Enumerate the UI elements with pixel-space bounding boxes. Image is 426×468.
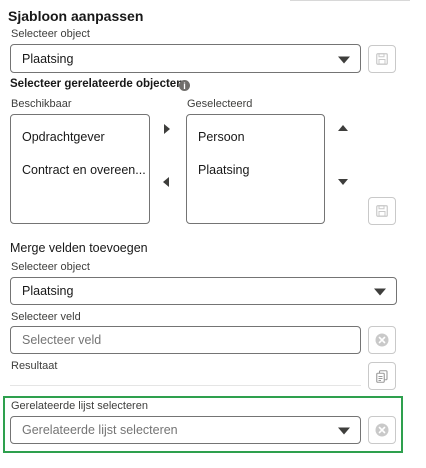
save-icon: [376, 205, 388, 217]
clear-field-button[interactable]: [368, 326, 396, 354]
list-item[interactable]: Opdrachtgever: [22, 130, 105, 144]
object-label: Selecteer object: [11, 28, 90, 40]
move-up-button[interactable]: [337, 123, 349, 135]
dropdown-arrow-icon: [374, 288, 386, 296]
result-field: [10, 385, 361, 386]
dropdown-arrow-icon: [338, 427, 350, 435]
merge-object-select[interactable]: Plaatsing: [10, 277, 397, 305]
page-title: Sjabloon aanpassen: [8, 8, 144, 24]
field-select-placeholder: Selecteer veld: [22, 333, 102, 347]
object-select-value: Plaatsing: [22, 51, 74, 66]
clear-icon: [375, 333, 389, 347]
move-left-button[interactable]: [161, 176, 173, 188]
move-down-button[interactable]: [337, 176, 349, 188]
move-down-icon: [338, 179, 348, 185]
available-listbox[interactable]: Opdrachtgever Contract en overeen...: [10, 114, 150, 224]
field-label: Selecteer veld: [11, 311, 81, 323]
clear-icon: [375, 423, 389, 437]
info-icon[interactable]: i: [179, 80, 190, 91]
clear-related-list-button[interactable]: [368, 416, 396, 444]
save-related-button[interactable]: [368, 197, 396, 225]
copy-result-button[interactable]: [368, 362, 396, 390]
list-item[interactable]: Plaatsing: [198, 163, 249, 177]
available-label: Beschikbaar: [11, 98, 72, 110]
move-right-icon: [164, 124, 170, 134]
merge-object-select-value: Plaatsing: [22, 284, 74, 298]
merge-object-label: Selecteer object: [11, 261, 90, 273]
related-list-placeholder: Gerelateerde lijst selecteren: [22, 423, 178, 437]
move-left-icon: [163, 177, 169, 187]
copy-icon: [376, 369, 388, 383]
move-right-button[interactable]: [161, 123, 173, 135]
related-list-select[interactable]: Gerelateerde lijst selecteren: [10, 416, 361, 444]
related-list-label: Gerelateerde lijst selecteren: [11, 400, 148, 412]
save-icon: [376, 53, 388, 65]
result-label: Resultaat: [11, 360, 58, 372]
related-objects-title: Selecteer gerelateerde objecten: [10, 78, 184, 90]
merge-fields-title: Merge velden toevoegen: [10, 241, 148, 255]
dropdown-arrow-icon: [338, 56, 350, 64]
object-select[interactable]: Plaatsing: [10, 44, 361, 73]
save-object-button[interactable]: [368, 45, 396, 73]
selected-listbox[interactable]: Persoon Plaatsing: [186, 114, 325, 224]
selected-label: Geselecteerd: [187, 98, 253, 110]
list-item[interactable]: Contract en overeen...: [22, 163, 146, 177]
field-select[interactable]: Selecteer veld: [10, 326, 361, 354]
list-item[interactable]: Persoon: [198, 130, 245, 144]
top-divider: [290, 0, 410, 1]
move-up-icon: [338, 125, 348, 131]
